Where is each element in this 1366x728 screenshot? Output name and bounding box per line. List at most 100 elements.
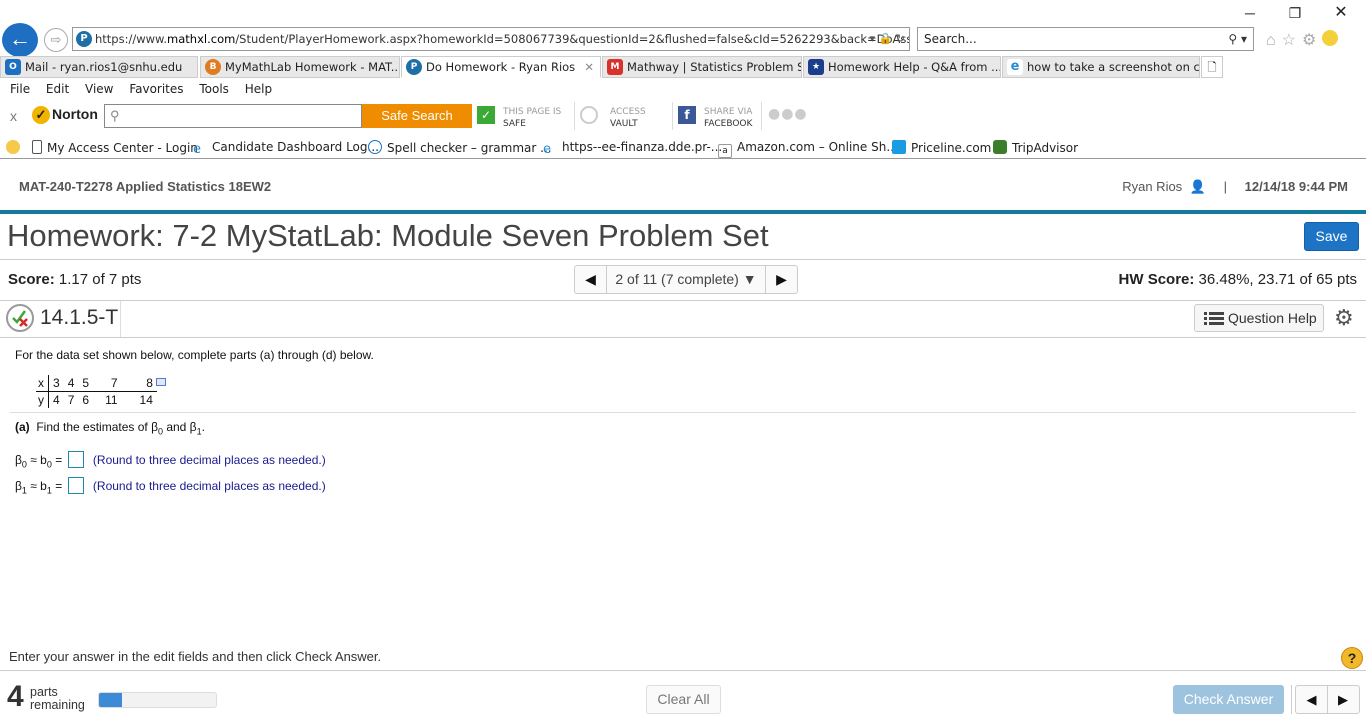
safe-search-button[interactable]: Safe Search [362,104,472,128]
address-bar-icons: ▾ 🔒 ↻ [870,28,905,50]
menu-tools[interactable]: Tools [199,82,229,96]
settings-gear-icon[interactable]: ⚙ [1334,305,1354,331]
norton-search-input[interactable]: ⚲ [104,104,362,128]
cell: 3 [48,375,64,392]
tab-do-homework[interactable]: P Do Homework - Ryan Rios ✕ [401,56,601,78]
progress-fill [99,693,123,707]
previous-question-button[interactable]: ◀ [575,266,607,293]
part-a-text: Find the estimates of β [36,420,158,434]
lock-icon[interactable]: 🔒 [879,32,893,45]
question-help-button[interactable]: Question Help [1194,304,1324,332]
beta-symbol: β [15,479,22,493]
parts-remaining-label: parts remaining [30,686,85,712]
header-accent-line [0,210,1366,214]
norton-check-icon: ✓ [32,106,50,124]
access-vault-button[interactable]: ACCESS VAULT [580,104,670,132]
table-row-x: x 3 4 5 7 8 [36,375,157,392]
user-name[interactable]: Ryan Rios [1122,179,1182,194]
close-tab-icon[interactable]: ✕ [584,57,594,77]
previous-question-button[interactable]: ◀ [1296,686,1328,713]
close-toolbar-icon[interactable]: x [10,108,17,124]
tab-label: MyMathLab Homework - MAT... [225,60,400,74]
fav-item[interactable]: Spell checker – grammar ... [368,140,552,155]
search-icon[interactable]: ⚲ ▾ [1228,28,1247,50]
fav-label: TripAdvisor [1012,141,1079,155]
tab-mathway[interactable]: M Mathway | Statistics Problem S... [602,56,802,78]
hw-score-value: 36.48%, 23.71 of 65 pts [1198,271,1357,288]
mathway-icon: M [607,59,623,75]
question-help-label: Question Help [1228,310,1317,326]
question-position: 2 of 11 (7 complete) [615,271,739,287]
more-options-icon[interactable]: ●●● [768,107,808,121]
menu-view[interactable]: View [85,82,113,96]
b0-answer-input[interactable] [67,451,84,468]
divider [10,412,1356,413]
help-question-icon[interactable]: ? [1341,647,1363,669]
amazon-icon: a [718,144,732,158]
clear-all-button[interactable]: Clear All [646,685,721,714]
beta-symbol: β [15,453,22,467]
tab-label: Do Homework - Ryan Rios [426,60,576,74]
norton-toolbar: x ✓ Norton ⚲ Safe Search ✓ THIS PAGE IS SA… [0,100,1366,132]
fav-item[interactable]: Priceline.com [892,140,991,155]
menu-favorites[interactable]: Favorites [129,82,183,96]
b1-answer-input[interactable] [67,477,84,494]
list-icon [1204,312,1224,325]
check-answer-button[interactable]: Check Answer [1173,685,1284,714]
tab-mymathlab[interactable]: B MyMathLab Homework - MAT... [200,56,400,78]
safe-check-icon: ✓ [477,106,495,124]
fav-item[interactable]: My Access Center - Login [32,140,198,155]
course-name: MAT-240-T2278 Applied Statistics 18EW2 [19,179,272,194]
next-question-button[interactable]: ▶ [1327,686,1359,713]
divider [761,102,762,130]
equals-sign: = [51,479,63,493]
fav-label: Amazon.com – Online Sh... [737,140,898,154]
ie-icon: e [543,142,551,157]
favorites-star-icon[interactable]: ☆ [1282,32,1302,49]
question-selector[interactable]: 2 of 11 (7 complete) ▼ [607,266,765,293]
menu-help[interactable]: Help [245,82,272,96]
ie-icon: e [1007,59,1023,75]
forward-button[interactable]: ⇨ [44,28,68,52]
minimize-button[interactable]: ─ [1235,2,1265,24]
copy-data-icon[interactable] [156,378,166,386]
equals-sign: = [51,453,63,467]
menu-edit[interactable]: Edit [46,82,69,96]
next-question-button[interactable]: ▶ [765,266,797,293]
refresh-icon[interactable]: ↻ [896,32,905,45]
new-tab-button[interactable]: 🗋 [1201,56,1223,78]
address-bar[interactable]: P https://www.mathxl.com/Student/PlayerH… [72,27,910,51]
dropdown-icon[interactable]: ▾ [870,32,876,45]
b0-equation: β0 ≈ b0 = (Round to three decimal places… [15,451,326,469]
fav-item[interactable]: e Candidate Dashboard Log... [193,140,379,157]
gear-icon[interactable]: ⚙ [1302,32,1322,49]
save-button[interactable]: Save [1304,222,1359,251]
address-row: ← ⇨ P https://www.mathxl.com/Student/Pla… [0,22,1366,57]
priceline-icon [892,140,906,154]
menu-bar: File Edit View Favorites Tools Help [0,78,1366,100]
home-icon[interactable]: ⌂ [1266,32,1282,49]
fav-item[interactable]: e https--ee-finanza.dde.pr-... [543,140,722,157]
back-button[interactable]: ← [2,23,38,57]
fav-item[interactable]: a Amazon.com – Online Sh... [718,140,898,158]
score-value: 1.17 of 7 pts [58,271,142,288]
part-a-prompt: (a) Find the estimates of β0 and β1. [15,420,205,436]
feedback-smiley-icon[interactable] [1322,30,1339,46]
close-window-button[interactable]: ✕ [1326,2,1356,24]
row-label: y [36,391,49,408]
tab-screenshot[interactable]: e how to take a screenshot on c... [1002,56,1200,78]
part-a-text: and β [162,420,197,434]
tab-mail[interactable]: O Mail - ryan.rios1@snhu.edu [0,56,198,78]
tab-homework-help[interactable]: ★ Homework Help - Q&A from ... [803,56,1001,78]
hw-score-label: HW Score: [1118,271,1195,288]
fav-item[interactable]: TripAdvisor [993,140,1078,155]
menu-file[interactable]: File [10,82,30,96]
parts-progress-bar [98,692,217,708]
tab-label: Mathway | Statistics Problem S... [627,60,802,74]
restore-button[interactable]: ❐ [1280,2,1310,24]
vault-line2: VAULT [610,119,638,129]
share-facebook-button[interactable]: f SHARE VIA FACEBOOK [678,104,763,132]
page-safe-indicator[interactable]: ✓ THIS PAGE IS SAFE [477,104,572,132]
browser-search-input[interactable]: Search... ⚲ ▾ [917,27,1254,51]
favorites-star-icon[interactable] [6,140,25,155]
